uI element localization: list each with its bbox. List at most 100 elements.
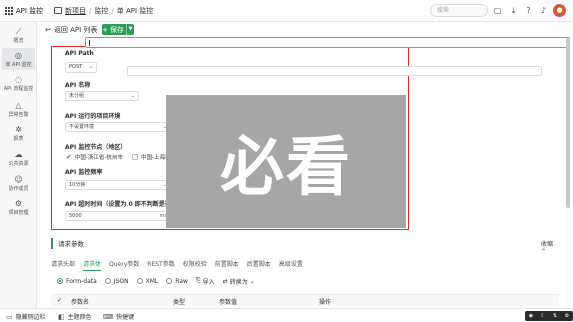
radio-xml[interactable]: XML — [136, 278, 158, 285]
sidebar-item-members[interactable]: ☺ 协作成员 — [2, 172, 35, 194]
sidebar-item-resources[interactable]: ☁ 公共资源 — [2, 147, 35, 169]
moon-icon[interactable]: ☾ — [541, 313, 545, 319]
sidebar-item-alerts[interactable]: △ 异常告警 — [2, 98, 35, 120]
chevron-up-icon: ⌃ — [541, 248, 547, 255]
radio-label: Raw — [175, 277, 188, 285]
timeout-input[interactable]: 5000 ms — [65, 211, 171, 221]
tab-query[interactable]: Query参数 — [109, 259, 139, 271]
radio-dot — [136, 278, 143, 284]
warning-icon: △ — [15, 100, 22, 110]
help-icon[interactable]: ? — [524, 6, 533, 15]
tab-rest[interactable]: REST参数 — [147, 259, 174, 271]
network-icon[interactable]: ⇅ — [553, 313, 557, 319]
sidebar-item-project-settings[interactable]: ⚙ 项目管理 — [2, 196, 35, 218]
radio-form-data[interactable]: Form-data — [57, 278, 97, 285]
column-type: 类型 — [173, 299, 186, 306]
shortcuts-button[interactable]: ⌨ 快捷键 — [103, 312, 135, 322]
params-table-header: ✓ 参数名 类型 参数值 操作 — [51, 294, 559, 306]
action-bar: ↩ 返回 API 列表 + 保存 ▼ — [37, 22, 573, 38]
search-input[interactable]: 搜索 — [430, 4, 488, 17]
sidebar-toggle-icon: ▭ — [6, 312, 13, 321]
import-label: 导入 — [202, 278, 215, 286]
env-value: 不设置环境 — [69, 124, 95, 130]
radio-raw[interactable]: Raw — [166, 278, 188, 285]
settings-icon: ⚙ — [14, 198, 23, 208]
scroll-thumb[interactable] — [566, 38, 570, 208]
group-select[interactable]: 未分组 ⌄ — [65, 91, 139, 101]
import-icon: ⎘ — [195, 277, 201, 284]
theme-button[interactable]: ◧ 主题颜色 — [58, 312, 92, 322]
convert-dropdown[interactable]: ⇄ 转换为 ⌄ — [223, 277, 255, 286]
breadcrumb-separator: / — [89, 6, 92, 15]
back-button[interactable]: ↩ 返回 API 列表 — [45, 25, 97, 35]
node-option-label: 中国-浙江省-杭州市 — [74, 155, 123, 161]
sidebar-item-reports[interactable]: ✲ 报表 — [2, 122, 35, 144]
column-actions: 操作 — [319, 299, 332, 306]
node-option-shanghai[interactable]: 中国-上海市 — [132, 153, 171, 161]
settings-tray-icon[interactable]: ⚙ — [565, 313, 569, 319]
timeout-value: 5000 — [69, 213, 82, 219]
avatar[interactable]: ● — [553, 4, 566, 17]
sidebar-item-label: 单 API 监控 — [5, 61, 32, 68]
sidebar-item-label: 协作成员 — [8, 185, 29, 192]
globe-icon: ◎ — [15, 50, 22, 60]
env-select[interactable]: 不设置环境 ⌄ — [65, 122, 171, 132]
radio-json[interactable]: JSON — [104, 278, 129, 285]
breadcrumb-project[interactable]: 新项目 — [65, 6, 86, 16]
sidebar-item-overview[interactable]: ⟋ 概览 — [2, 24, 35, 46]
tray-icon[interactable]: ◉ — [529, 313, 533, 319]
sidebar-item-single-api[interactable]: ◎ 单 API 监控 — [2, 48, 35, 70]
radio-label: Form-data — [66, 277, 97, 285]
tab-post-script[interactable]: 后置脚本 — [247, 259, 271, 271]
collapse-label: 收缩 — [541, 241, 554, 248]
palette-icon: ◧ — [58, 312, 65, 321]
api-path-input[interactable] — [85, 37, 570, 48]
check-icon: ✔ — [66, 153, 72, 161]
members-icon: ☺ — [14, 174, 23, 184]
sidebar-item-flow[interactable]: ◌ API 流程监控 — [2, 72, 35, 94]
sidebar-item-label: 概览 — [13, 37, 24, 44]
tab-pre-script[interactable]: 前置脚本 — [215, 259, 239, 271]
sidebar-item-label: 异常告警 — [8, 111, 29, 118]
main-content: ↩ 返回 API 列表 + 保存 ▼ API Path POST ⌄ API 名… — [37, 22, 573, 308]
freq-select[interactable]: 10分钟 ⌄ — [65, 180, 171, 190]
bell-icon[interactable]: ♪ — [539, 6, 548, 15]
shortcuts-label: 快捷键 — [116, 314, 135, 321]
window-icon[interactable]: ▢ — [493, 6, 502, 15]
node-label: API 监控节点（地区） — [65, 144, 127, 151]
import-button[interactable]: ⎘ 导入 — [196, 277, 215, 286]
text-cursor — [89, 40, 90, 46]
sidebar-item-label: 公共资源 — [8, 160, 29, 167]
tab-body[interactable]: 请求体 — [83, 259, 102, 271]
breadcrumb: 新项目 / 监控 / 单 API 监控 — [54, 6, 153, 16]
home-icon[interactable] — [54, 7, 62, 14]
method-select[interactable]: POST ⌄ — [65, 62, 97, 73]
keyboard-icon: ⌨ — [103, 312, 114, 321]
breadcrumb-monitor[interactable]: 监控 — [94, 6, 108, 16]
sidebar-item-label: 项目管理 — [8, 209, 29, 216]
collapse-button[interactable]: 收缩 ⌃ — [541, 239, 559, 255]
method-value: POST — [69, 64, 83, 70]
column-value: 参数值 — [219, 299, 238, 306]
save-options-dropdown[interactable]: ▼ — [126, 24, 134, 35]
checkbox-column-icon[interactable]: ✓ — [57, 297, 62, 304]
hide-sidebar-button[interactable]: ▭ 隐藏侧边栏 — [6, 312, 46, 322]
section-accent — [51, 237, 53, 249]
plus-icon: + — [102, 25, 108, 34]
tab-advanced[interactable]: 高级设置 — [279, 259, 303, 271]
chevron-down-icon: ⌄ — [88, 64, 93, 70]
group-value: 未分组 — [69, 93, 85, 99]
sidebar-item-label: 报表 — [13, 135, 24, 142]
scrollbar[interactable] — [566, 38, 570, 308]
bottom-bar: ▭ 隐藏侧边栏 ◧ 主题颜色 ⌨ 快捷键 ◉ ☾ ⇅ ⚙ — [0, 308, 573, 322]
download-icon[interactable]: ⤓ — [509, 6, 518, 15]
tab-auth[interactable]: 权限校验 — [183, 259, 207, 271]
api-name-input[interactable] — [127, 66, 542, 76]
sidebar: ⟋ 概览 ◎ 单 API 监控 ◌ API 流程监控 △ 异常告警 ✲ 报表 ☁… — [0, 22, 37, 308]
flow-icon: ◌ — [15, 74, 22, 84]
back-button-label: 返回 API 列表 — [53, 26, 98, 34]
app-switcher[interactable]: API 监控 — [0, 0, 48, 22]
node-option-hangzhou[interactable]: ✔ 中国-浙江省-杭州市 — [66, 153, 123, 161]
api-path-label: API Path — [65, 50, 94, 57]
tab-headers[interactable]: 请求头部 — [51, 259, 75, 271]
